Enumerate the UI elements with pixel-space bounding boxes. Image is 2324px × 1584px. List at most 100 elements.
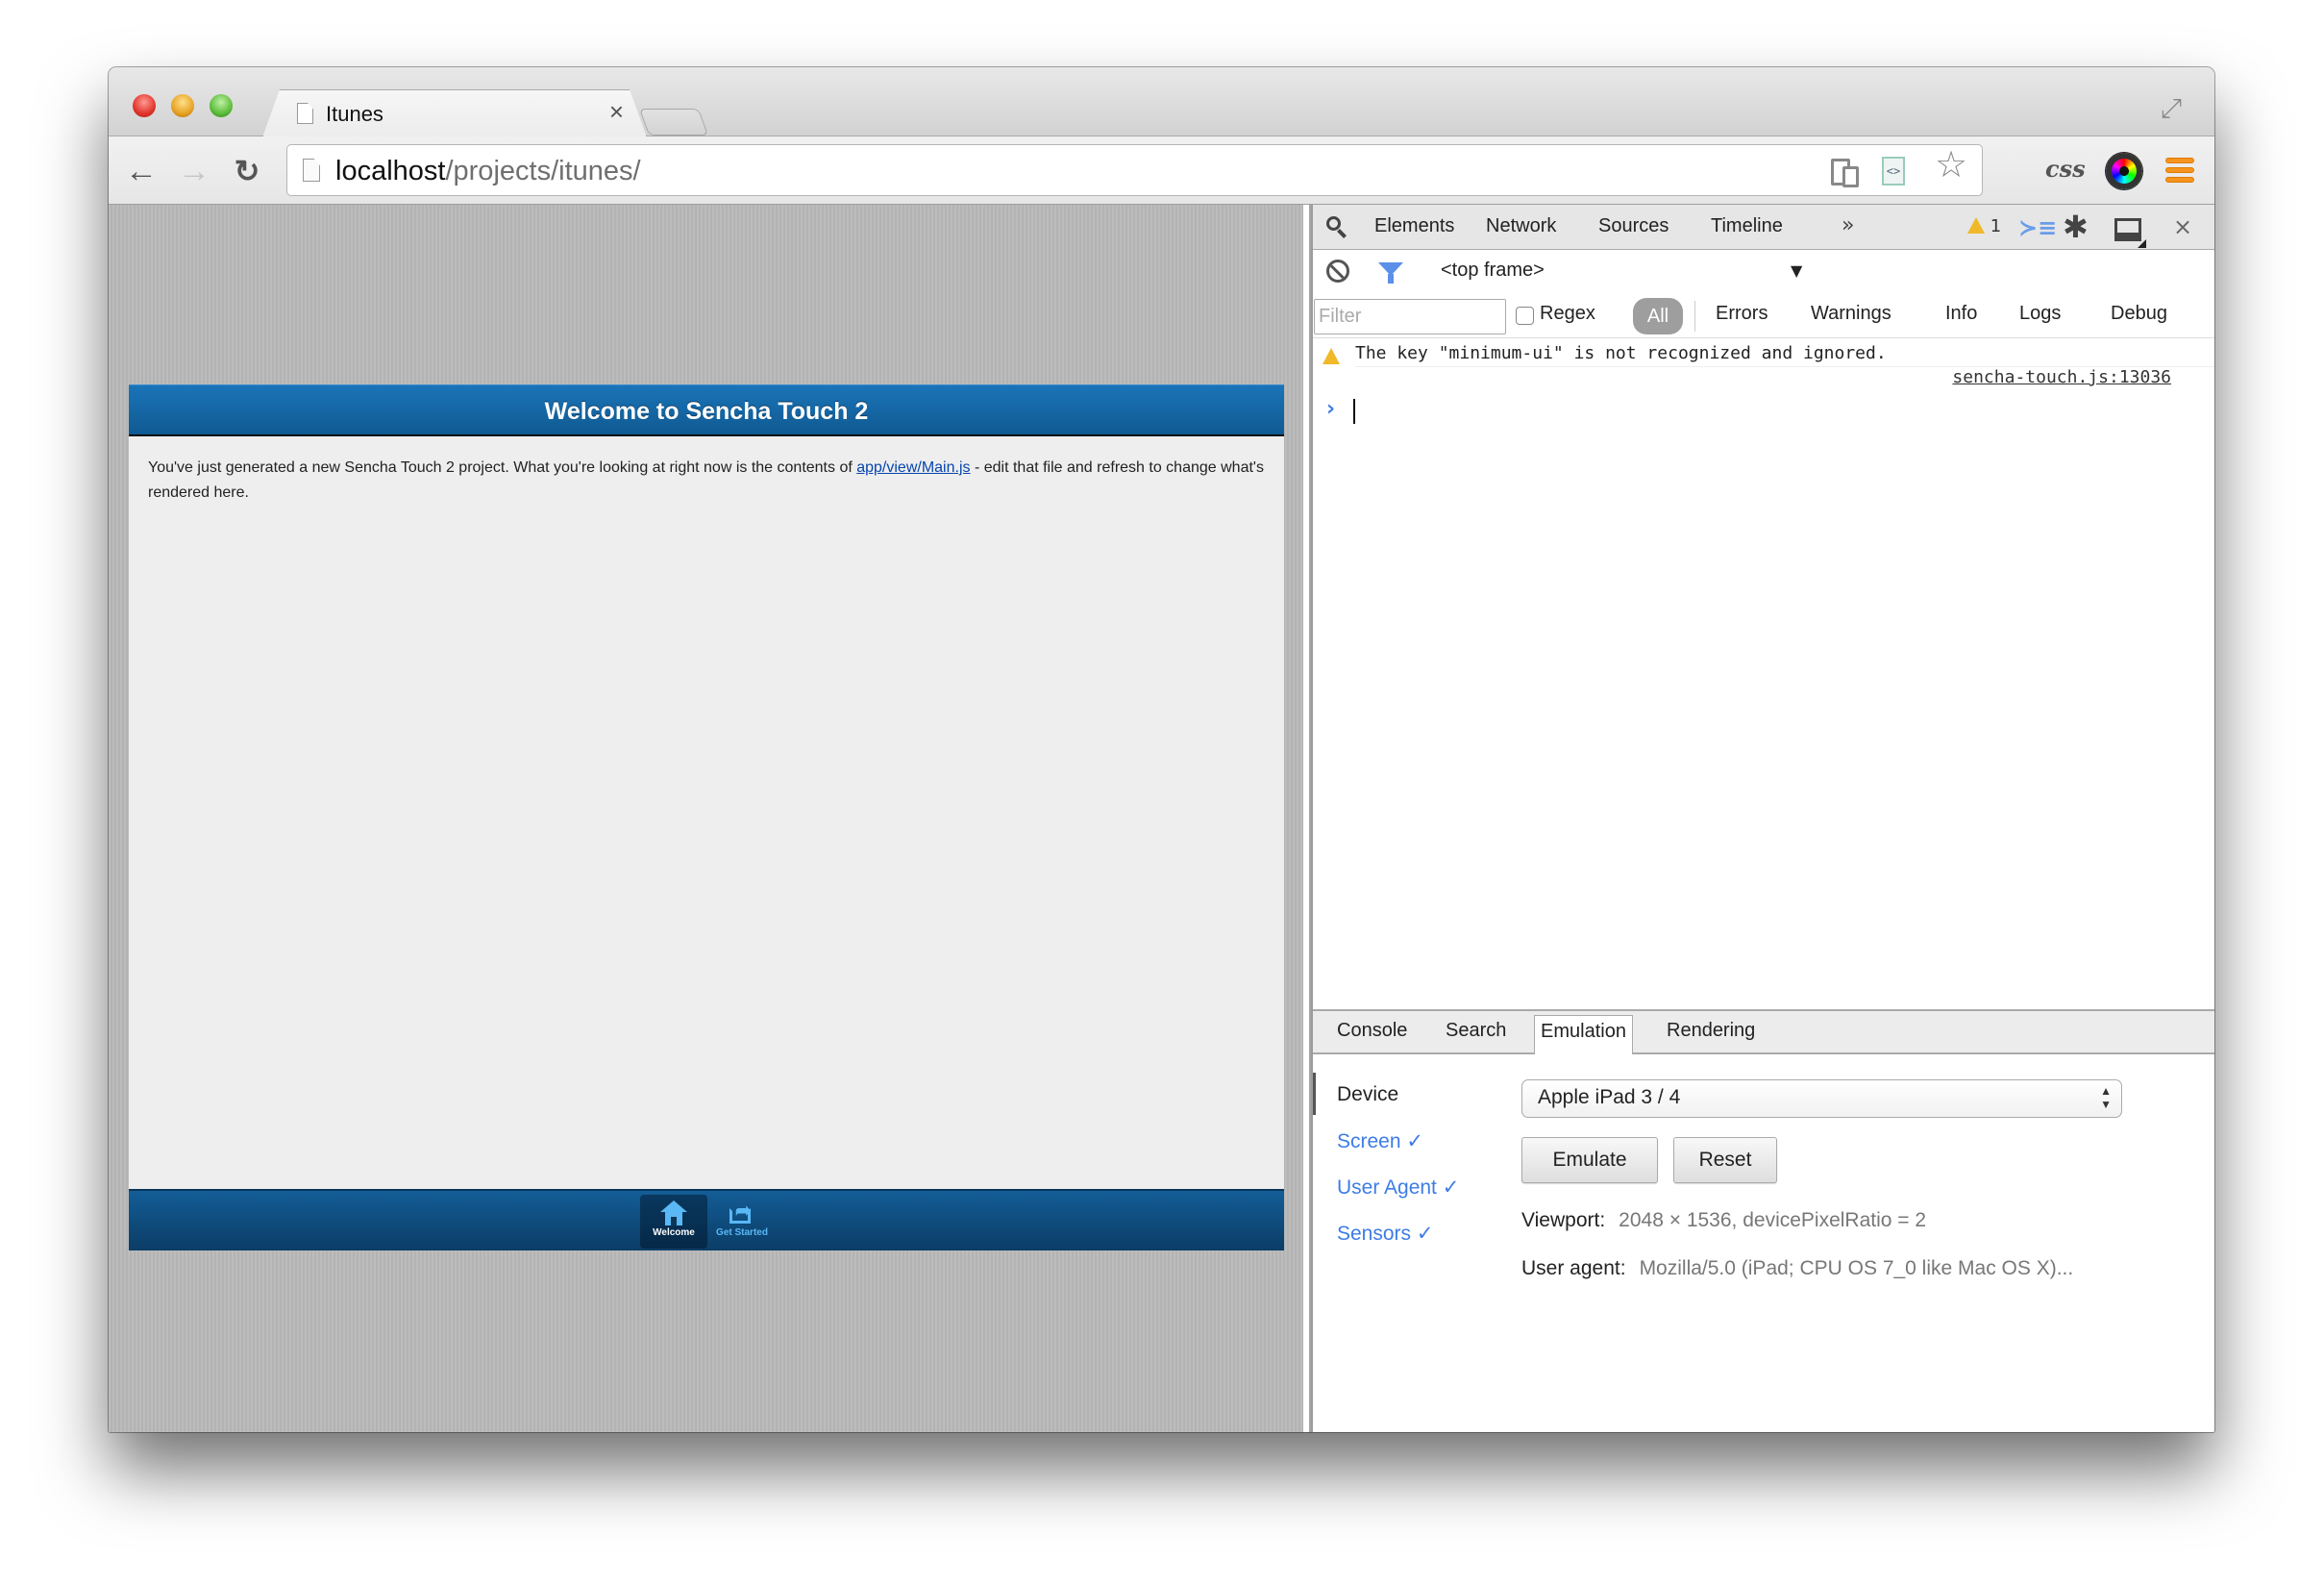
app-title: Welcome to Sencha Touch 2 xyxy=(544,398,869,425)
body-text-start: You've just generated a new Sencha Touch… xyxy=(148,459,857,476)
device-mode-icon[interactable] xyxy=(1831,157,1862,187)
divider xyxy=(1694,301,1695,332)
app-titlebar: Welcome to Sencha Touch 2 xyxy=(129,384,1284,436)
reset-button[interactable]: Reset xyxy=(1673,1137,1777,1183)
view-source-icon[interactable]: <> xyxy=(1882,157,1907,186)
url-text[interactable]: localhost/projects/itunes/ xyxy=(335,156,641,187)
console-filter-bar: Regex All Errors Warnings Info Logs Debu… xyxy=(1311,293,2214,338)
app-body-text: You've just generated a new Sencha Touch… xyxy=(148,456,1265,506)
emulation-section-device[interactable]: Device xyxy=(1337,1083,1398,1106)
devtools-tab-network[interactable]: Network xyxy=(1486,215,1556,237)
close-devtools-icon[interactable]: × xyxy=(2173,213,2192,240)
warning-icon xyxy=(1967,217,1985,234)
emulation-section-user-agent[interactable]: User Agent ✓ xyxy=(1337,1176,1459,1200)
console-filter-input[interactable] xyxy=(1314,299,1506,334)
dock-side-icon[interactable] xyxy=(2114,218,2141,241)
browser-tab[interactable]: Itunes × xyxy=(270,89,645,137)
warning-counter[interactable]: 1 xyxy=(1967,216,2001,236)
device-select-value: Apple iPad 3 / 4 xyxy=(1538,1086,1681,1108)
emulation-section-screen[interactable]: Screen ✓ xyxy=(1337,1129,1423,1153)
select-arrows-icon: ▲ ▼ xyxy=(2100,1084,2112,1111)
back-button[interactable]: ← xyxy=(124,154,159,188)
devtools-toolbar: Elements Network Sources Timeline » 1 ≻≡… xyxy=(1311,205,2214,250)
reload-button[interactable]: ↻ xyxy=(230,154,264,188)
tab-get-started[interactable]: ➦ Get Started xyxy=(708,1195,776,1249)
devtools-tab-sources[interactable]: Sources xyxy=(1598,215,1669,237)
viewport-info: Viewport: 2048 × 1536, devicePixelRatio =… xyxy=(1521,1209,1926,1232)
regex-checkbox[interactable] xyxy=(1516,307,1534,325)
url-path: /projects/itunes/ xyxy=(445,156,641,186)
tab-strip: Itunes × ⤢ xyxy=(109,67,2214,136)
zoom-window-button[interactable] xyxy=(210,94,233,117)
share-icon: ➦ xyxy=(728,1200,756,1225)
fullscreen-icon[interactable]: ⤢ xyxy=(2157,94,2186,123)
new-tab-button[interactable] xyxy=(638,109,709,136)
frame-selector[interactable]: <top frame> xyxy=(1441,260,1545,282)
sencha-app: Welcome to Sencha Touch 2 You've just ge… xyxy=(129,384,1284,1250)
css-extension-icon[interactable]: css xyxy=(2045,155,2086,183)
viewport-label: Viewport: xyxy=(1521,1209,1606,1231)
level-warnings[interactable]: Warnings xyxy=(1811,303,1891,325)
emulation-section-sensors[interactable]: Sensors ✓ xyxy=(1337,1222,1433,1246)
drawer-tab-console[interactable]: Console xyxy=(1337,1020,1407,1042)
console-toolbar: <top frame> ▼ xyxy=(1311,250,2214,293)
minimize-window-button[interactable] xyxy=(171,94,194,117)
clear-console-icon[interactable] xyxy=(1326,260,1349,283)
frame-dropdown-arrow-icon[interactable]: ▼ xyxy=(1791,261,1802,280)
inspect-search-icon[interactable] xyxy=(1324,214,1349,239)
drawer-tab-emulation[interactable]: Emulation xyxy=(1534,1015,1633,1054)
page-viewport: Welcome to Sencha Touch 2 You've just ge… xyxy=(109,205,1303,1432)
level-info[interactable]: Info xyxy=(1945,303,1977,325)
color-picker-extension-icon[interactable] xyxy=(2106,153,2142,189)
tab-title: Itunes xyxy=(326,102,383,126)
address-bar[interactable]: localhost/projects/itunes/ <> ☆ xyxy=(286,144,1983,196)
user-agent-info: User agent: Mozilla/5.0 (iPad; CPU OS 7_0… xyxy=(1521,1257,2073,1280)
warning-icon xyxy=(1323,348,1340,364)
close-tab-icon[interactable]: × xyxy=(609,97,624,127)
dock-menu-corner xyxy=(2138,239,2146,248)
close-window-button[interactable] xyxy=(133,94,156,117)
show-drawer-icon[interactable]: ≻≡ xyxy=(2018,214,2057,241)
console-message-source-link[interactable]: sencha-touch.js:13036 xyxy=(1952,367,2171,387)
console-message: The key "minimum-ui" is not recognized a… xyxy=(1311,338,2214,387)
page-icon xyxy=(303,159,320,182)
console-prompt-icon: › xyxy=(1326,397,1336,421)
browser-window: Itunes × ⤢ ← → ↻ localhost/projects/itun… xyxy=(109,67,2214,1432)
drawer-tabbar: Console Search Emulation Rendering xyxy=(1311,1009,2214,1054)
devtools-border xyxy=(1311,205,1313,1432)
warning-count: 1 xyxy=(1990,216,2002,236)
forward-button[interactable]: → xyxy=(177,154,211,188)
devtools-tab-timeline[interactable]: Timeline xyxy=(1711,215,1783,237)
level-errors[interactable]: Errors xyxy=(1716,303,1768,325)
chrome-menu-icon[interactable] xyxy=(2165,158,2194,183)
main-js-link[interactable]: app/view/Main.js xyxy=(856,459,970,476)
console-message-text: The key "minimum-ui" is not recognized a… xyxy=(1355,343,1887,363)
home-icon xyxy=(660,1200,687,1225)
devtools-tab-elements[interactable]: Elements xyxy=(1374,215,1454,237)
level-debug[interactable]: Debug xyxy=(2111,303,2167,325)
more-tabs-icon[interactable]: » xyxy=(1842,213,1854,237)
level-all[interactable]: All xyxy=(1633,298,1683,334)
console-input[interactable] xyxy=(1353,399,1355,424)
drawer-tab-rendering[interactable]: Rendering xyxy=(1667,1020,1755,1042)
filter-icon[interactable] xyxy=(1378,262,1403,284)
devtools-panel: Elements Network Sources Timeline » 1 ≻≡… xyxy=(1311,205,2214,1432)
url-host: localhost xyxy=(335,156,446,186)
drawer-tab-search[interactable]: Search xyxy=(1446,1020,1506,1042)
emulate-button[interactable]: Emulate xyxy=(1521,1137,1658,1183)
browser-toolbar: ← → ↻ localhost/projects/itunes/ <> ☆ cs… xyxy=(109,136,2214,205)
settings-gear-icon[interactable]: ✱ xyxy=(2063,210,2089,244)
regex-label: Regex xyxy=(1540,303,1595,324)
tab-label: Welcome xyxy=(653,1227,695,1238)
level-logs[interactable]: Logs xyxy=(2019,303,2061,325)
user-agent-label: User agent: xyxy=(1521,1257,1626,1279)
viewport-value: 2048 × 1536, devicePixelRatio = 2 xyxy=(1619,1209,1927,1231)
app-tabbar: Welcome ➦ Get Started xyxy=(129,1189,1284,1250)
page-icon xyxy=(297,103,313,124)
tab-label: Get Started xyxy=(716,1227,768,1238)
browser-content: Welcome to Sencha Touch 2 You've just ge… xyxy=(109,205,2214,1432)
device-select[interactable]: Apple iPad 3 / 4 ▲ ▼ xyxy=(1521,1079,2122,1118)
bookmark-star-icon[interactable]: ☆ xyxy=(1932,147,1970,184)
tab-welcome[interactable]: Welcome xyxy=(640,1195,707,1249)
user-agent-value: Mozilla/5.0 (iPad; CPU OS 7_0 like Mac O… xyxy=(1639,1257,2074,1279)
